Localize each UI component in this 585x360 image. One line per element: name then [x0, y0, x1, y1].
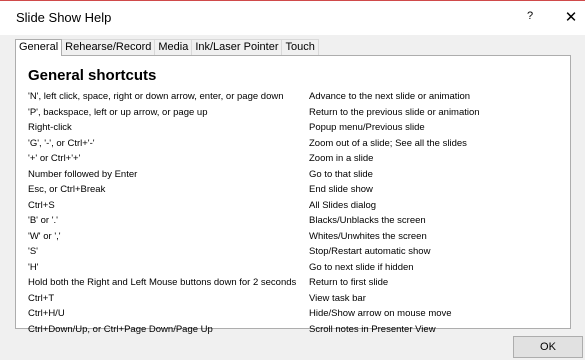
slide-show-help-dialog: Slide Show Help ? ✕ General Rehearse/Rec…	[0, 0, 585, 360]
help-button[interactable]: ?	[520, 10, 540, 26]
dialog-title: Slide Show Help	[16, 10, 112, 25]
shortcut-key: Hold both the Right and Left Mouse butto…	[28, 277, 297, 288]
shortcut-row: 'B' or '.' Blacks/Unblacks the screen	[28, 213, 568, 229]
shortcut-description: Go to that slide	[309, 168, 373, 180]
shortcut-key: 'N', left click, space, right or down ar…	[28, 91, 284, 102]
shortcut-description: All Slides dialog	[309, 199, 377, 211]
shortcut-row: 'S' Stop/Restart automatic show	[28, 244, 568, 260]
shortcut-key: 'B' or '.'	[28, 215, 58, 226]
shortcut-row: 'G', '-', or Ctrl+'-' Zoom out of a slid…	[28, 136, 568, 152]
shortcut-row: 'N', left click, space, right or down ar…	[28, 89, 568, 105]
shortcut-description: Popup menu/Previous slide	[309, 122, 425, 133]
shortcut-row: Ctrl+Down/Up, or Ctrl+Page Down/Page Up …	[28, 322, 568, 338]
shortcut-key: Ctrl+S	[28, 199, 55, 211]
ok-button[interactable]: OK	[513, 336, 583, 358]
shortcut-description: Zoom in a slide	[309, 153, 374, 164]
shortcut-key: '+' or Ctrl+'+'	[28, 153, 81, 164]
shortcut-key: 'H'	[28, 261, 39, 273]
tab-strip: General Rehearse/Record Media Ink/Laser …	[15, 38, 319, 56]
shortcut-row: Ctrl+S All Slides dialog	[28, 198, 568, 214]
shortcut-row: 'H' Go to next slide if hidden	[28, 260, 568, 276]
shortcut-description: Scroll notes in Presenter View	[309, 323, 436, 335]
shortcut-description: Blacks/Unblacks the screen	[309, 215, 426, 226]
shortcut-description: Zoom out of a slide; See all the slides	[309, 137, 467, 149]
tab-rehearse-record[interactable]: Rehearse/Record	[61, 39, 156, 55]
shortcut-row: 'P', backspace, left or up arrow, or pag…	[28, 105, 568, 121]
shortcut-key: 'W' or ','	[28, 230, 61, 242]
title-bar: Slide Show Help ? ✕	[0, 1, 585, 35]
shortcut-description: Stop/Restart automatic show	[309, 246, 431, 257]
shortcut-key: Ctrl+H/U	[28, 308, 65, 319]
shortcut-description: Hide/Show arrow on mouse move	[309, 308, 452, 319]
shortcut-row: '+' or Ctrl+'+' Zoom in a slide	[28, 151, 568, 167]
tab-ink-laser-pointer[interactable]: Ink/Laser Pointer	[191, 39, 283, 55]
shortcut-key: Esc, or Ctrl+Break	[28, 184, 106, 195]
tab-general[interactable]: General	[15, 39, 63, 56]
shortcut-description: Return to first slide	[309, 277, 389, 288]
panel-heading: General shortcuts	[28, 67, 157, 84]
shortcut-description: End slide show	[309, 184, 373, 195]
shortcut-row: Ctrl+T View task bar	[28, 291, 568, 307]
shortcut-key: 'S'	[28, 246, 38, 257]
shortcut-key: Ctrl+T	[28, 292, 55, 304]
shortcut-key: Right-click	[28, 122, 72, 133]
shortcut-description: Go to next slide if hidden	[309, 261, 414, 273]
shortcut-list: 'N', left click, space, right or down ar…	[28, 89, 568, 337]
shortcut-row: Number followed by Enter Go to that slid…	[28, 167, 568, 183]
shortcut-row: 'W' or ',' Whites/Unwhites the screen	[28, 229, 568, 245]
shortcut-key: Number followed by Enter	[28, 168, 138, 180]
shortcut-key: 'P', backspace, left or up arrow, or pag…	[28, 106, 208, 118]
shortcut-description: Advance to the next slide or animation	[309, 91, 471, 102]
shortcut-row: Esc, or Ctrl+Break End slide show	[28, 182, 568, 198]
shortcut-row: Right-click Popup menu/Previous slide	[28, 120, 568, 136]
close-button[interactable]: ✕	[561, 8, 581, 28]
shortcut-row: Hold both the Right and Left Mouse butto…	[28, 275, 568, 291]
shortcut-description: Whites/Unwhites the screen	[309, 230, 427, 242]
tab-media[interactable]: Media	[154, 39, 193, 55]
shortcut-key: Ctrl+Down/Up, or Ctrl+Page Down/Page Up	[28, 323, 213, 335]
tab-touch[interactable]: Touch	[281, 39, 319, 55]
shortcut-description: Return to the previous slide or animatio…	[309, 106, 480, 118]
shortcut-row: Ctrl+H/U Hide/Show arrow on mouse move	[28, 306, 568, 322]
shortcut-description: View task bar	[309, 292, 366, 304]
shortcut-key: 'G', '-', or Ctrl+'-'	[28, 137, 95, 149]
general-tab-panel: General shortcuts 'N', left click, space…	[15, 55, 571, 335]
